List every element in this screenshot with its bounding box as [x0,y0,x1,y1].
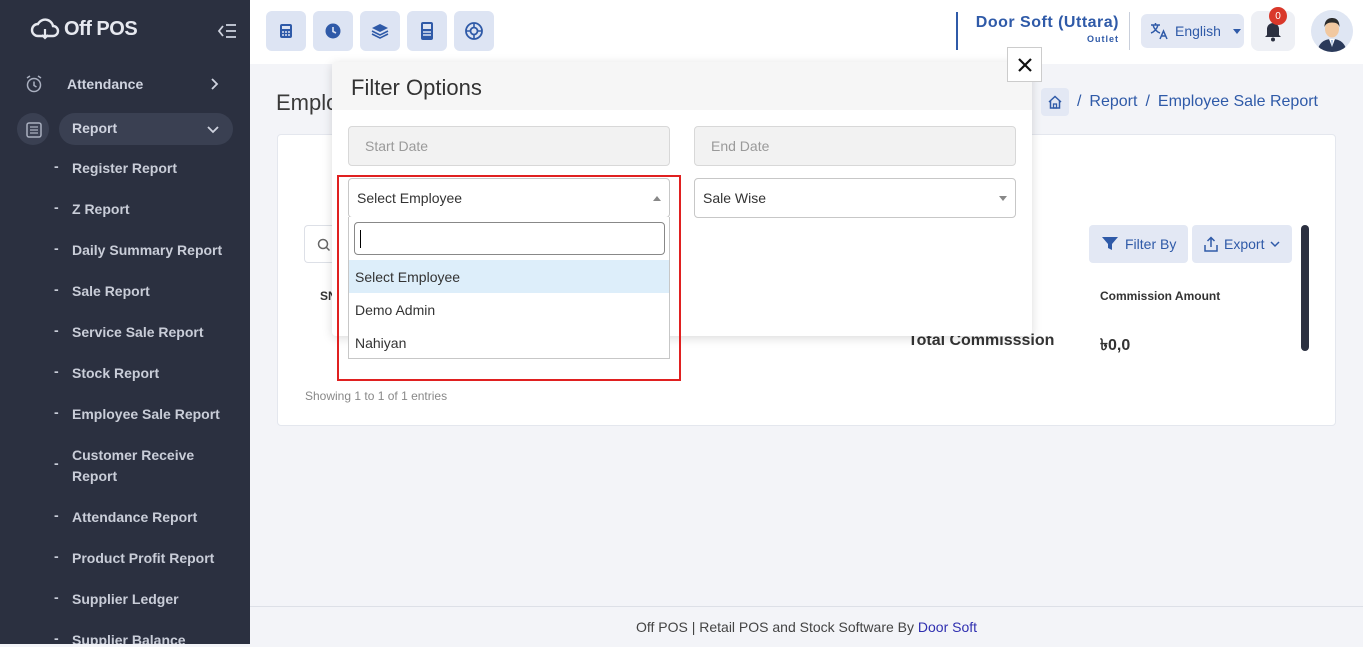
pagination-info: Showing 1 to 1 of 1 entries [305,389,448,403]
chevron-right-icon [211,78,219,90]
table-header-commission: Commission Amount [1100,289,1221,303]
sidebar-item-report[interactable]: Report [0,111,250,151]
subitem-label: Daily Summary Report [72,242,223,258]
upload-icon [1204,236,1218,252]
report-type-select-value: Sale Wise [703,190,767,206]
outlet-subtitle: Outlet [1087,34,1119,44]
caret-down-icon [999,196,1007,201]
subitem-label: Product Profit Report [72,550,215,566]
pos-device-button[interactable] [407,11,447,51]
subitem-label: Customer Receive Report [72,447,195,484]
breadcrumb: / Report / Employee Sale Report [1040,88,1318,116]
subitem-label: Z Report [72,201,130,217]
search-icon [317,238,331,252]
subitem-label: Register Report [72,160,178,176]
dropdown-search-input[interactable] [354,222,665,255]
breadcrumb-link-report[interactable]: Report [1089,93,1137,111]
outlet-name: Door Soft (Uttara) [975,14,1119,31]
subitem-label: Stock Report [72,365,160,381]
export-label: Export [1224,236,1265,252]
user-avatar-icon [1311,10,1353,52]
clock-button[interactable] [313,11,353,51]
subitem-label: Employee Sale Report [72,406,220,422]
footer: Off POS | Retail POS and Stock Software … [250,606,1363,644]
filter-by-button[interactable]: Filter By [1089,225,1189,263]
caret-up-icon [653,196,661,201]
funnel-icon [1102,237,1118,250]
filter-by-label: Filter By [1125,236,1177,252]
caret-down-icon [1232,28,1241,34]
calculator-button[interactable] [266,11,306,51]
chevron-down-icon [1270,241,1280,248]
close-icon [1017,57,1032,72]
sidebar-collapse-icon[interactable] [216,22,238,42]
subitem-label: Attendance Report [72,509,198,525]
calculator-icon [280,24,292,38]
outlet-selector[interactable]: Door Soft (Uttara) Outlet [956,12,1130,50]
employee-select[interactable]: Select Employee [348,178,670,218]
language-selector[interactable]: English [1141,14,1244,48]
app-logo-text: Off POS [64,17,138,40]
breadcrumb-current: Employee Sale Report [1157,93,1318,110]
footer-text: Off POS | Retail POS and Stock Software … [635,619,918,635]
chevron-down-icon [207,126,219,134]
subitem-label: Service Sale Report [72,324,204,340]
clock-icon [325,23,341,39]
layers-button[interactable] [360,11,400,51]
text-cursor [360,230,361,248]
translate-icon [1150,23,1168,40]
subitem-label: Sale Report [72,283,150,299]
layers-icon [371,24,389,39]
cloud-logo-icon [30,18,60,40]
home-icon[interactable] [1040,88,1069,116]
breadcrumb-separator: / [1076,93,1082,110]
sidebar-item-label: Attendance [67,76,144,92]
dropdown-option-select-employee[interactable]: Select Employee [349,260,669,293]
employee-select-value: Select Employee [357,190,463,206]
modal-title: Filter Options [332,62,1032,110]
end-date-input[interactable]: End Date [694,126,1016,166]
sidebar-item-label: Report [72,120,118,136]
lifebuoy-icon [465,22,483,40]
subitem-label: Supplier Balance Report [72,632,186,644]
report-type-select[interactable]: Sale Wise [694,178,1016,218]
sidebar: Off POS Attendance Report - Register Rep… [0,0,250,644]
topbar: Door Soft (Uttara) Outlet English 0 [250,0,1363,64]
alarm-clock-icon [26,75,42,93]
report-list-icon [26,122,42,138]
dropdown-option-demo-admin[interactable]: Demo Admin [349,293,669,326]
modal-close-button[interactable] [1007,47,1042,82]
sidebar-item-attendance[interactable]: Attendance [0,64,250,104]
support-button[interactable] [454,11,494,51]
app-logo[interactable]: Off POS [30,16,138,42]
export-button[interactable]: Export [1192,225,1293,263]
footer-link[interactable]: Door Soft [918,619,977,635]
dropdown-option-nahiyan[interactable]: Nahiyan [349,326,669,359]
table-scrollbar[interactable] [1301,225,1309,351]
pos-terminal-icon [421,22,433,40]
breadcrumb-separator: / [1145,93,1150,110]
user-avatar[interactable] [1311,10,1353,52]
total-commission-value: ৳0,0 [1100,337,1131,354]
notification-count-badge: 0 [1269,7,1287,25]
employee-dropdown: Select Employee Demo Admin Nahiyan [348,217,670,359]
language-label: English [1175,23,1221,39]
start-date-input[interactable]: Start Date [348,126,670,166]
subitem-label: Supplier Ledger [72,591,179,607]
